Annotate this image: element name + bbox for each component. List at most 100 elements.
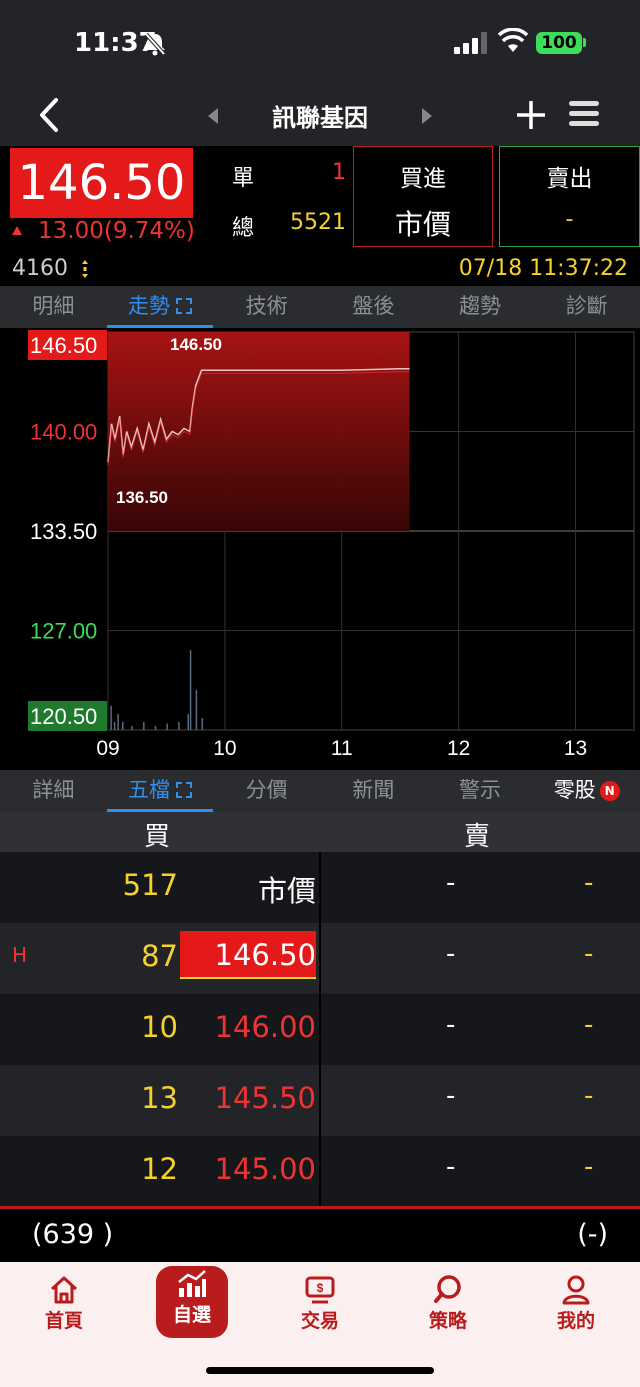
volume-bar [166, 723, 168, 730]
ask-price: - [446, 1081, 456, 1111]
price-change: 13.00(9.74%) [12, 218, 195, 244]
tab-diagnosis[interactable]: 診斷 [533, 286, 640, 328]
bid-qty: 12 [141, 1152, 178, 1186]
nav-trade[interactable]: $ 交易 [275, 1272, 365, 1342]
intraday-chart[interactable]: 146.50 140.00 133.50 127.00 120.50 09 10 11 12 1… [0, 328, 640, 768]
nav-watchlist-label: 自選 [172, 1304, 211, 1326]
bell-slash-icon [144, 32, 166, 56]
tab-detail-label: 明細 [32, 294, 75, 318]
tab-five-levels-label: 五檔 [128, 778, 170, 802]
bid-total: (639 ) [32, 1219, 114, 1250]
ask-qty: - [584, 1081, 594, 1111]
volume-bar [117, 714, 119, 730]
nav-trade-label: 交易 [300, 1310, 339, 1332]
volume-bar [187, 714, 189, 730]
quote-header: 146.50 13.00(9.74%) 單 1 總 5521 買進 市價 賣出 … [0, 146, 640, 256]
expand-icon[interactable] [176, 782, 192, 798]
nav-home[interactable]: 首頁 [19, 1272, 109, 1342]
menu-icon[interactable] [568, 98, 600, 130]
bid-price: 市價 [257, 874, 316, 908]
tab-detail[interactable]: 明細 [0, 286, 107, 328]
tab-price-volume[interactable]: 分價 [213, 770, 320, 812]
back-chevron-icon[interactable] [34, 96, 66, 134]
tab-technical-label: 技術 [245, 294, 288, 318]
ask-qty: - [584, 1010, 594, 1040]
tab-after-hours[interactable]: 盤後 [320, 286, 427, 328]
total-volume-label: 總 [232, 216, 255, 241]
last-price: 146.50 [10, 148, 193, 218]
tab-odd-lot-label: 零股 [553, 778, 596, 802]
high-price-label: 146.50 [170, 335, 222, 354]
order-book-header: 買 賣 [0, 812, 640, 852]
buy-button[interactable]: 買進 市價 [353, 146, 493, 247]
tab-tendency[interactable]: 趨勢 [427, 286, 534, 328]
bid-qty: 517 [122, 868, 178, 902]
book-divider [319, 852, 321, 1207]
search-icon [434, 1275, 461, 1303]
bid-price: 146.00 [214, 1010, 316, 1044]
new-badge: N [599, 781, 620, 801]
tab-news[interactable]: 新聞 [320, 770, 427, 812]
x-axis-labels: 09 10 11 12 13 [96, 737, 587, 760]
volume-bar [154, 726, 157, 730]
nav-profile[interactable]: 我的 [531, 1272, 621, 1342]
total-volume-value: 5521 [290, 210, 346, 235]
tab-odd-lot[interactable]: 零股 N [533, 770, 640, 812]
chart-bars-icon [178, 1270, 206, 1297]
row-marker: H [12, 943, 28, 967]
tab-five-levels[interactable]: 五檔 [106, 770, 214, 812]
tab-price-volume-label: 分價 [245, 778, 288, 802]
home-icon [50, 1276, 78, 1304]
tab-info[interactable]: 詳細 [0, 770, 107, 812]
tab-trend-label: 走勢 [128, 294, 170, 318]
nav-strategy[interactable]: 策略 [403, 1272, 493, 1342]
nav-watchlist[interactable]: 自選 [156, 1266, 228, 1338]
bid-price: 145.50 [214, 1081, 316, 1115]
tab-after-hours-label: 盤後 [352, 294, 395, 318]
stock-title[interactable]: 訊聯基因 [230, 98, 410, 133]
status-bar: 11:37 100 [0, 0, 640, 86]
ask-qty: - [584, 1152, 594, 1182]
bid-price: 146.50 [180, 931, 316, 979]
sell-button-label: 賣出 [546, 166, 593, 192]
wifi-icon [498, 28, 528, 52]
x-axis-label: 12 [447, 737, 470, 760]
sort-dots-icon[interactable] [82, 260, 88, 278]
book-summary: (639 ) (-) [0, 1206, 640, 1262]
plus-icon[interactable] [514, 98, 548, 132]
y-axis-label: 140.00 [30, 420, 97, 445]
volume-bar [201, 718, 204, 730]
ask-qty: - [584, 939, 594, 969]
volume-bar [131, 726, 133, 730]
battery-tip [583, 38, 586, 47]
ask-header: 賣 [464, 822, 491, 852]
sell-button[interactable]: 賣出 - [499, 146, 640, 247]
x-axis-label: 10 [213, 737, 236, 760]
tab-trend[interactable]: 走勢 [106, 286, 214, 328]
tab-alerts[interactable]: 警示 [427, 770, 534, 812]
volume-bar [195, 690, 198, 730]
y-axis-label: 146.50 [30, 333, 97, 358]
nav-home-label: 首頁 [44, 1310, 83, 1332]
y-axis-label: 120.50 [30, 704, 97, 729]
tab-tendency-label: 趨勢 [459, 294, 502, 318]
sell-button-value: - [565, 207, 574, 232]
nav-profile-label: 我的 [556, 1310, 595, 1332]
x-axis-label: 09 [96, 737, 119, 760]
volume-bar [122, 722, 124, 730]
ask-price: - [446, 1152, 456, 1182]
volume-value: 4160 [12, 256, 68, 281]
nav-bar: 訊聯基因 [0, 86, 640, 146]
next-stock-icon[interactable] [420, 108, 432, 124]
prev-stock-icon[interactable] [208, 108, 220, 124]
expand-icon[interactable] [176, 298, 192, 314]
tab-technical[interactable]: 技術 [213, 286, 320, 328]
y-axis-labels: 146.50 140.00 133.50 127.00 120.50 [28, 330, 107, 731]
bid-qty: 10 [141, 1010, 178, 1044]
battery-indicator: 100 [536, 32, 582, 54]
quote-timestamp: 07/18 11:37:22 [458, 256, 628, 281]
svg-text:$: $ [317, 1281, 324, 1295]
bid-qty: 87 [141, 939, 178, 973]
tab-diagnosis-label: 診斷 [565, 294, 608, 318]
quote-subrow: 4160 07/18 11:37:22 [0, 256, 640, 286]
